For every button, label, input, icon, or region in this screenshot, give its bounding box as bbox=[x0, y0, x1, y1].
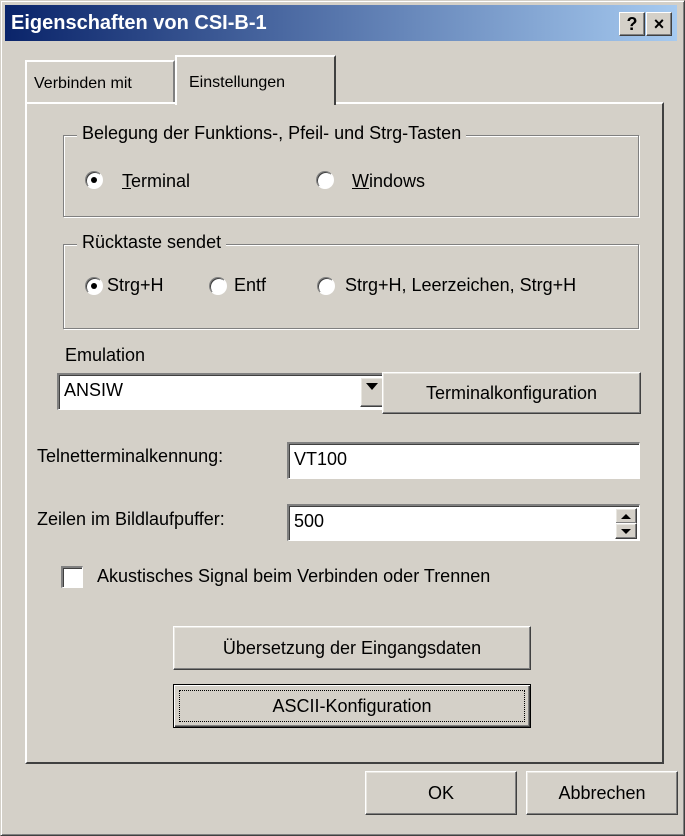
ok-button[interactable]: OK bbox=[365, 771, 517, 815]
radio-entf-label[interactable]: Entf bbox=[234, 275, 266, 296]
close-button[interactable]: × bbox=[646, 12, 672, 36]
telnet-label: Telnetterminalkennung: bbox=[37, 446, 224, 466]
radio-strg-h-label[interactable]: Strg+H bbox=[107, 275, 164, 296]
acoustic-signal-label[interactable]: Akustisches Signal beim Verbinden oder T… bbox=[97, 566, 490, 587]
focus-rectangle bbox=[179, 690, 525, 722]
telnet-value: VT100 bbox=[294, 449, 348, 469]
scrollback-label: Zeilen im Bildlaufpuffer: bbox=[37, 509, 225, 529]
tab-label: Einstellungen bbox=[189, 74, 286, 91]
radio-terminal[interactable] bbox=[85, 171, 103, 189]
radio-strg-h-space[interactable] bbox=[317, 277, 335, 295]
telnet-id-input[interactable]: VT100 bbox=[287, 442, 640, 479]
tab-einstellungen[interactable]: Einstellungen bbox=[175, 55, 336, 105]
radio-windows-label[interactable]: Windows bbox=[352, 171, 425, 192]
tab-panel-einstellungen: Belegung der Funktions-, Pfeil- und Strg… bbox=[25, 102, 664, 764]
title-bar[interactable]: Eigenschaften von CSI-B-1 ? × bbox=[5, 5, 677, 41]
keys-group-legend: Belegung der Funktions-, Pfeil- und Strg… bbox=[77, 123, 467, 144]
tab-verbinden-mit[interactable]: Verbinden mit bbox=[25, 60, 175, 103]
acoustic-signal-checkbox[interactable] bbox=[61, 566, 83, 588]
window-title: Eigenschaften von CSI-B-1 bbox=[11, 12, 267, 34]
chevron-down-icon bbox=[366, 383, 378, 390]
emulation-select[interactable]: ANSIW bbox=[57, 373, 389, 410]
stepper-up-button[interactable] bbox=[615, 508, 637, 524]
terminal-config-button[interactable]: Terminalkonfiguration bbox=[382, 372, 641, 414]
radio-terminal-label[interactable]: Terminal bbox=[122, 171, 190, 192]
arrow-up-icon bbox=[621, 514, 631, 519]
emulation-value: ANSIW bbox=[64, 380, 124, 400]
stepper-down-button[interactable] bbox=[615, 523, 637, 539]
cancel-button[interactable]: Abbrechen bbox=[526, 771, 678, 815]
arrow-down-icon bbox=[621, 529, 631, 534]
radio-strg-h-space-label[interactable]: Strg+H, Leerzeichen, Strg+H bbox=[345, 275, 576, 296]
backspace-group-legend: Rücktaste sendet bbox=[77, 232, 227, 253]
radio-windows[interactable] bbox=[316, 171, 334, 189]
scrollback-stepper[interactable]: 500 bbox=[287, 504, 640, 541]
scrollback-value: 500 bbox=[294, 511, 325, 531]
ascii-config-button[interactable]: ASCII-Konfiguration bbox=[173, 684, 531, 728]
radio-entf[interactable] bbox=[209, 277, 227, 295]
emulation-label: Emulation bbox=[65, 345, 146, 365]
radio-strg-h[interactable] bbox=[85, 277, 103, 295]
tab-label: Verbinden mit bbox=[34, 75, 132, 92]
properties-dialog: Eigenschaften von CSI-B-1 ? × Verbinden … bbox=[0, 0, 685, 836]
help-button[interactable]: ? bbox=[619, 12, 645, 36]
input-translation-button[interactable]: Übersetzung der Eingangsdaten bbox=[173, 626, 531, 670]
